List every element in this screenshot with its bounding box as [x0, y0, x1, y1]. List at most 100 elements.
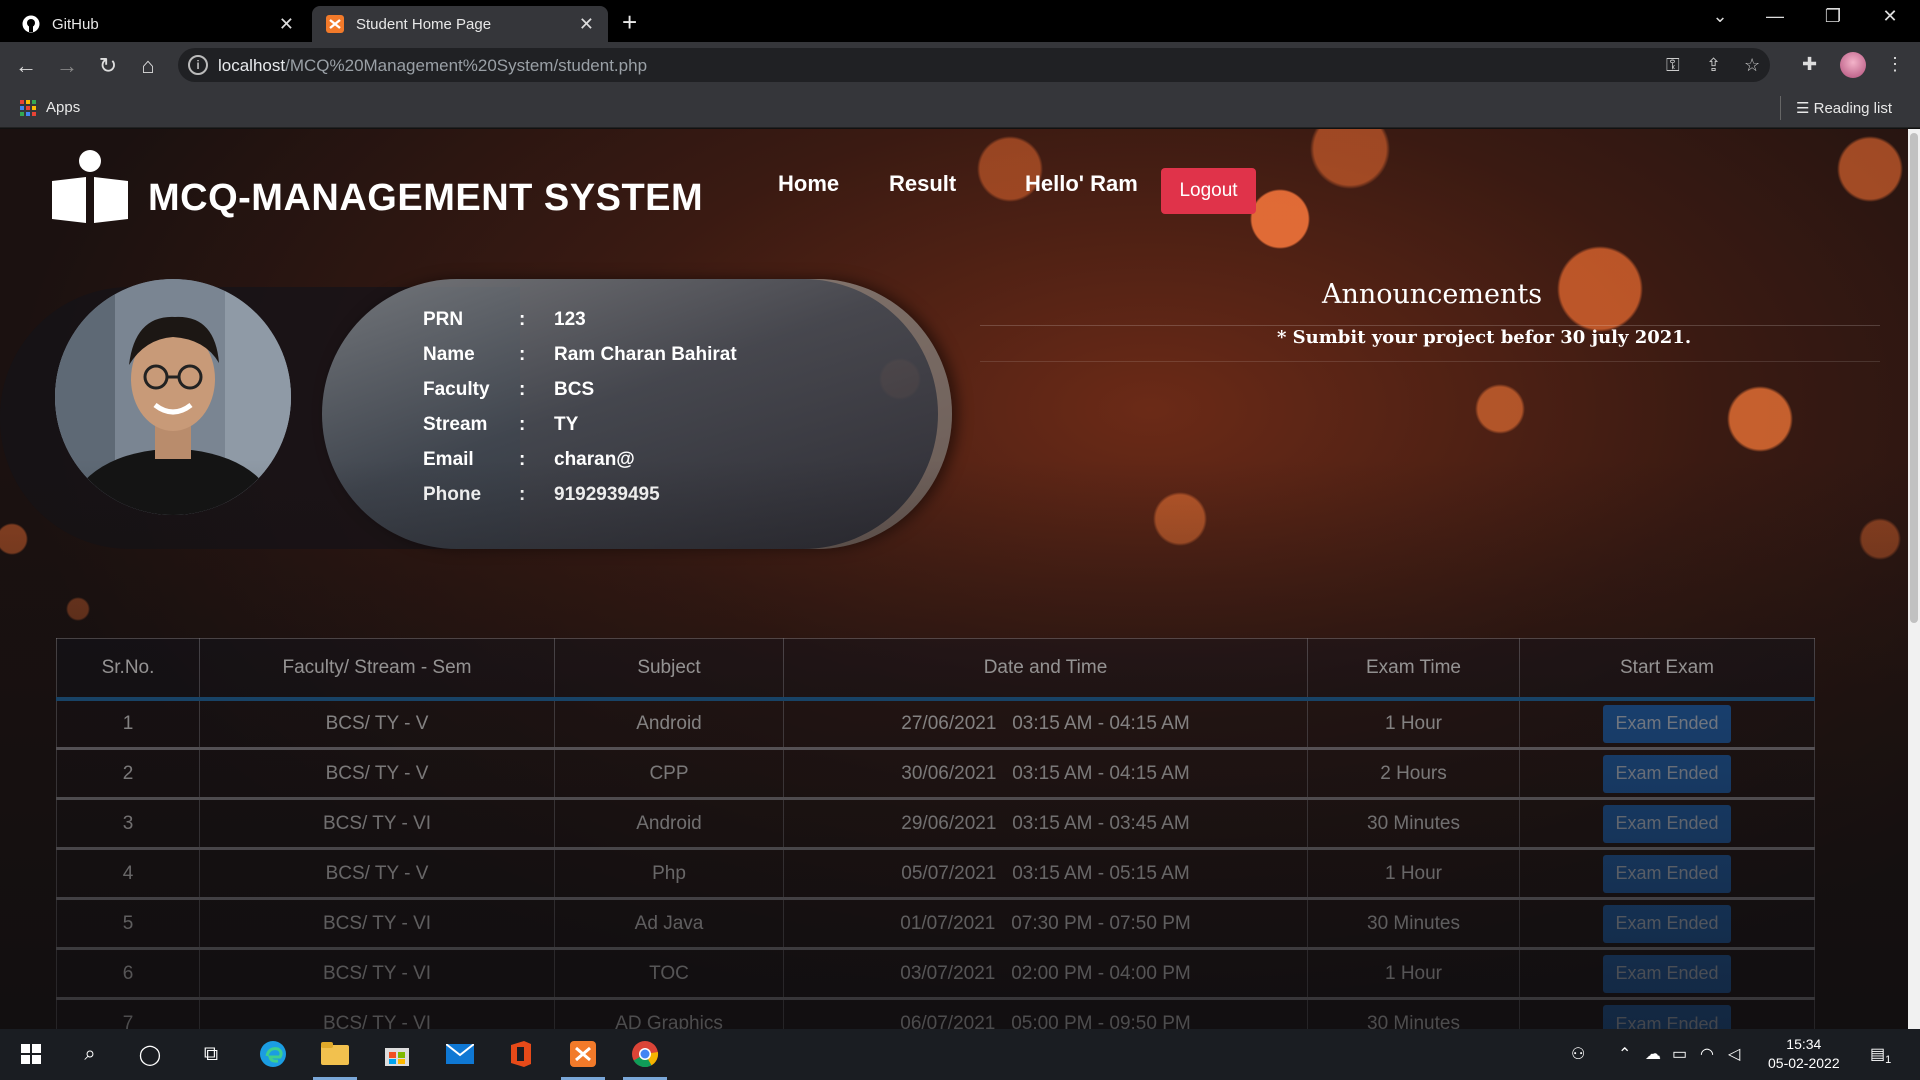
- wifi-icon[interactable]: ◠: [1700, 1044, 1714, 1064]
- menu-icon[interactable]: ⋮: [1886, 54, 1904, 75]
- cell-datetime: 27/06/2021 03:15 AM - 04:15 AM: [783, 697, 1308, 749]
- share-icon[interactable]: ⇪: [1706, 55, 1721, 76]
- column-header: Faculty/ Stream - Sem: [199, 638, 555, 699]
- cell-sr: 5: [56, 897, 200, 949]
- exam-table: Sr.No. Faculty/ Stream - Sem Subject Dat…: [56, 638, 1815, 1029]
- restore-icon[interactable]: ❐: [1813, 6, 1853, 27]
- page-scrollbar[interactable]: [1908, 129, 1920, 1029]
- chrome-icon[interactable]: [630, 1039, 660, 1069]
- tab-github[interactable]: GitHub ✕: [8, 6, 308, 42]
- exam-ended-button[interactable]: Exam Ended: [1603, 754, 1731, 793]
- new-tab-icon[interactable]: +: [622, 8, 637, 36]
- people-icon[interactable]: ⚇: [1571, 1044, 1585, 1064]
- apps-icon[interactable]: [20, 100, 36, 116]
- table-row: 6 BCS/ TY - VI TOC 03/07/2021 02:00 PM -…: [56, 947, 1815, 999]
- cell-datetime: 06/07/2021 05:00 PM - 09:50 PM: [783, 997, 1308, 1029]
- profile-row-phone: Phone:9192939495: [423, 484, 660, 505]
- volume-icon[interactable]: ◁: [1728, 1044, 1740, 1064]
- table-row: 1 BCS/ TY - V Android 27/06/2021 03:15 A…: [56, 697, 1815, 749]
- key-icon[interactable]: ⚿: [1666, 55, 1680, 76]
- exam-ended-button[interactable]: Exam Ended: [1603, 804, 1731, 843]
- exam-ended-button[interactable]: Exam Ended: [1603, 704, 1731, 743]
- profile-card: PRN:123 Name: Ram Charan Bahirat Faculty:…: [0, 279, 955, 549]
- site-brand[interactable]: MCQ-MANAGEMENT SYSTEM: [148, 177, 703, 220]
- window-close-icon[interactable]: ✕: [1870, 6, 1910, 27]
- nav-home[interactable]: Home: [778, 171, 839, 197]
- info-icon[interactable]: i: [188, 55, 208, 75]
- column-header: Start Exam: [1519, 638, 1815, 699]
- cell-action: Exam Ended: [1519, 947, 1815, 999]
- mail-icon[interactable]: [445, 1039, 475, 1069]
- minimize-icon[interactable]: —: [1755, 6, 1795, 27]
- url-text[interactable]: localhost/MCQ%20Management%20System/stud…: [218, 56, 647, 76]
- cell-duration: 30 Minutes: [1307, 797, 1520, 849]
- page-viewport: MCQ-MANAGEMENT SYSTEM Home Result Hello'…: [0, 129, 1908, 1029]
- student-photo: [55, 279, 291, 515]
- cell-subject: TOC: [554, 947, 784, 999]
- cell-datetime: 05/07/2021 03:15 AM - 05:15 AM: [783, 847, 1308, 899]
- cell-action: Exam Ended: [1519, 897, 1815, 949]
- logout-button[interactable]: Logout: [1161, 168, 1256, 214]
- table-row: 4 BCS/ TY - V Php 05/07/2021 03:15 AM - …: [56, 847, 1815, 899]
- cell-faculty: BCS/ TY - VI: [199, 797, 555, 849]
- forward-icon[interactable]: →: [53, 52, 81, 80]
- cell-faculty: BCS/ TY - VI: [199, 897, 555, 949]
- cell-faculty: BCS/ TY - VI: [199, 997, 555, 1029]
- chevron-up-icon[interactable]: ⌃: [1618, 1044, 1631, 1064]
- exam-ended-button[interactable]: Exam Ended: [1603, 904, 1731, 943]
- cell-faculty: BCS/ TY - V: [199, 747, 555, 799]
- tab-strip: GitHub ✕ Student Home Page ✕ + ⌄ — ❐ ✕: [0, 0, 1920, 42]
- onedrive-icon[interactable]: ☁: [1645, 1044, 1661, 1064]
- exam-ended-button[interactable]: Exam Ended: [1603, 854, 1731, 893]
- notification-icon[interactable]: ▤1: [1870, 1044, 1891, 1066]
- tab-student-home[interactable]: Student Home Page ✕: [312, 6, 608, 42]
- cell-sr: 4: [56, 847, 200, 899]
- windows-start-icon[interactable]: [16, 1039, 46, 1069]
- cell-datetime: 29/06/2021 03:15 AM - 03:45 AM: [783, 797, 1308, 849]
- divider: [980, 325, 1880, 326]
- task-view-icon[interactable]: ⧉: [196, 1039, 226, 1069]
- announcement-text: * Sumbit your project befor 30 july 2021…: [1277, 327, 1692, 348]
- profile-row-prn: PRN:123: [423, 309, 586, 330]
- cell-faculty: BCS/ TY - V: [199, 697, 555, 749]
- profile-avatar[interactable]: [1840, 52, 1866, 78]
- cell-datetime: 30/06/2021 03:15 AM - 04:15 AM: [783, 747, 1308, 799]
- reading-list-button[interactable]: ☰ Reading list: [1796, 99, 1892, 117]
- bookmarks-bar: Apps ☰ Reading list: [0, 88, 1920, 128]
- tab-title: Student Home Page: [356, 15, 492, 33]
- battery-icon[interactable]: ▭: [1672, 1044, 1687, 1064]
- office-icon[interactable]: [506, 1039, 536, 1069]
- apps-bookmark[interactable]: Apps: [46, 99, 80, 116]
- profile-row-stream: Stream: TY: [423, 414, 579, 435]
- address-bar[interactable]: i localhost/MCQ%20Management%20System/st…: [178, 48, 1770, 82]
- exam-ended-button[interactable]: Exam Ended: [1603, 954, 1731, 993]
- xampp-icon[interactable]: [568, 1039, 598, 1069]
- user-greeting: Hello' Ram: [1025, 171, 1138, 196]
- close-icon[interactable]: ✕: [579, 14, 594, 35]
- system-clock[interactable]: 15:34 05-02-2022: [1768, 1035, 1840, 1073]
- table-row: 7 BCS/ TY - VI AD Graphics 06/07/2021 05…: [56, 997, 1815, 1029]
- nav-result[interactable]: Result: [889, 171, 956, 197]
- cell-sr: 6: [56, 947, 200, 999]
- profile-row-name: Name: Ram Charan Bahirat: [423, 344, 737, 365]
- announcements-title: Announcements: [1322, 279, 1543, 310]
- cell-action: Exam Ended: [1519, 697, 1815, 749]
- reload-icon[interactable]: ↻: [94, 52, 122, 80]
- edge-icon[interactable]: [258, 1039, 288, 1069]
- cortana-icon[interactable]: ◯: [135, 1039, 165, 1069]
- close-icon[interactable]: ✕: [279, 14, 294, 35]
- table-row: 3 BCS/ TY - VI Android 29/06/2021 03:15 …: [56, 797, 1815, 849]
- cell-datetime: 01/07/2021 07:30 PM - 07:50 PM: [783, 897, 1308, 949]
- home-icon[interactable]: ⌂: [134, 52, 162, 80]
- back-icon[interactable]: ←: [12, 52, 40, 80]
- exam-ended-button[interactable]: Exam Ended: [1603, 1005, 1731, 1029]
- star-icon[interactable]: ☆: [1744, 55, 1760, 76]
- search-icon[interactable]: ⌕: [75, 1039, 105, 1069]
- file-explorer-icon[interactable]: [320, 1039, 350, 1069]
- scrollbar-thumb[interactable]: [1910, 133, 1918, 623]
- cell-subject: CPP: [554, 747, 784, 799]
- store-icon[interactable]: [382, 1039, 412, 1069]
- column-header: Subject: [554, 638, 784, 699]
- tab-search-icon[interactable]: ⌄: [1700, 6, 1740, 27]
- extensions-icon[interactable]: ✚: [1802, 54, 1817, 75]
